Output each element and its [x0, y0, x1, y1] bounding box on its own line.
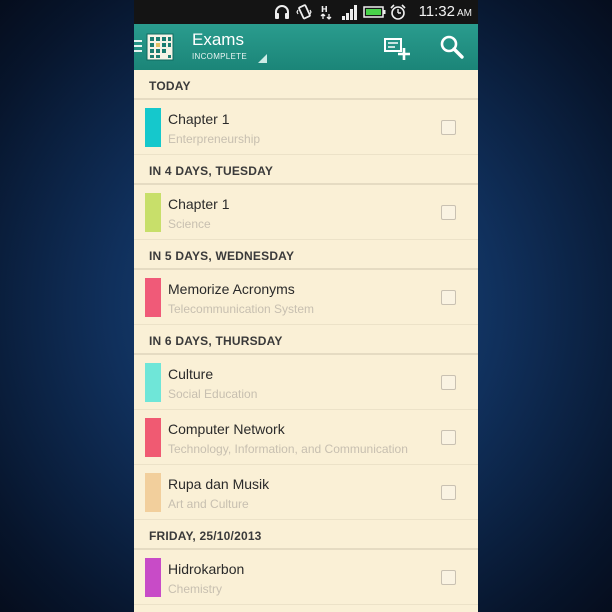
exam-subject: Social Education: [168, 387, 258, 401]
section-header: TODAY: [134, 70, 478, 100]
complete-checkbox[interactable]: [441, 290, 456, 305]
exam-subject: Telecommunication System: [168, 302, 315, 316]
exam-title: Chapter 1: [168, 196, 230, 212]
app-title[interactable]: Exams: [192, 30, 244, 50]
exam-subject: Chemistry: [168, 582, 223, 596]
section-header: IN 4 DAYS, TUESDAY: [134, 155, 478, 185]
spinner-caret-icon[interactable]: [258, 54, 267, 63]
app-logo-icon[interactable]: [146, 33, 174, 61]
exam-title: Culture: [168, 366, 214, 382]
exam-item[interactable]: Computer Network Technology, Information,…: [134, 410, 478, 465]
exam-item[interactable]: Rupa dan Musik Art and Culture: [134, 465, 478, 520]
subject-color-swatch: [145, 278, 161, 317]
complete-checkbox[interactable]: [441, 375, 456, 390]
exam-item[interactable]: Memorize Acronyms Telecommunication Syste…: [134, 270, 478, 325]
exam-title: Rupa dan Musik: [168, 476, 270, 492]
action-bar: Exams INCOMPLETE: [134, 24, 478, 70]
search-icon[interactable]: [439, 34, 465, 60]
exam-subject: Art and Culture: [168, 497, 249, 511]
battery-icon: [363, 6, 386, 18]
exam-title: Computer Network: [168, 421, 285, 437]
complete-checkbox[interactable]: [441, 430, 456, 445]
subject-color-swatch: [145, 193, 161, 232]
headset-icon: [275, 5, 289, 19]
exam-item[interactable]: Chapter 1 Science: [134, 185, 478, 240]
exam-title: Memorize Acronyms: [168, 281, 295, 297]
phone-screen: H 11:32 AM Exams INCOMPLETE TODAY Chapte…: [134, 0, 478, 612]
exam-list: TODAY Chapter 1 Enterpreneurship IN 4 DAYS,…: [134, 70, 478, 605]
signal-icon: [342, 5, 357, 20]
clock: 11:32 AM: [418, 3, 472, 20]
section-header: IN 6 DAYS, THURSDAY: [134, 325, 478, 355]
svg-text:H: H: [321, 5, 328, 14]
exam-item[interactable]: Culture Social Education: [134, 355, 478, 410]
complete-checkbox[interactable]: [441, 205, 456, 220]
exam-item[interactable]: Chapter 1 Enterpreneurship: [134, 100, 478, 155]
section-header: IN 5 DAYS, WEDNESDAY: [134, 240, 478, 270]
exam-subject: Science: [168, 217, 211, 231]
alarm-icon: [390, 4, 406, 20]
exam-subject: Enterpreneurship: [168, 132, 261, 146]
filter-spinner[interactable]: INCOMPLETE: [192, 52, 247, 61]
add-exam-icon[interactable]: [382, 34, 412, 62]
subject-color-swatch: [145, 363, 161, 402]
exam-subject: Technology, Information, and Communicati…: [168, 442, 408, 456]
section-header: FRIDAY, 25/10/2013: [134, 520, 478, 550]
vibrate-icon: [296, 4, 312, 20]
drawer-indicator-icon[interactable]: [134, 40, 142, 54]
complete-checkbox[interactable]: [441, 120, 456, 135]
complete-checkbox[interactable]: [441, 570, 456, 585]
complete-checkbox[interactable]: [441, 485, 456, 500]
subject-color-swatch: [145, 418, 161, 457]
hspa-icon: H: [320, 5, 332, 20]
status-bar: H 11:32 AM: [134, 0, 478, 24]
exam-title: Hidrokarbon: [168, 561, 245, 577]
subject-color-swatch: [145, 108, 161, 147]
exam-title: Chapter 1: [168, 111, 230, 127]
exam-item[interactable]: Hidrokarbon Chemistry: [134, 550, 478, 605]
subject-color-swatch: [145, 473, 161, 512]
subject-color-swatch: [145, 558, 161, 597]
